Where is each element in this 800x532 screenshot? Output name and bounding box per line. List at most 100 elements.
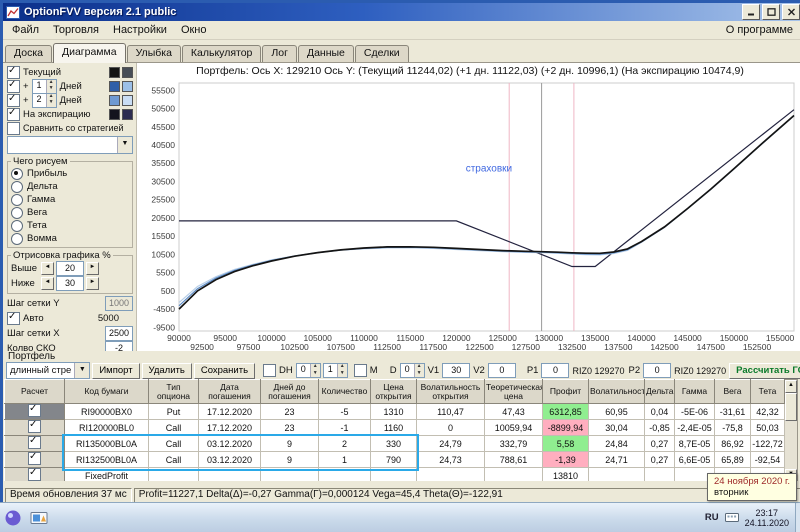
- column-header-7[interactable]: Волатильность открытия: [417, 380, 485, 404]
- column-header-4[interactable]: Дней до погашения: [261, 380, 319, 404]
- column-header-6[interactable]: Цена открытия: [371, 380, 417, 404]
- legend-days-spinner-2[interactable]: 2▲▼: [32, 93, 57, 108]
- v2-input[interactable]: 0: [488, 363, 516, 378]
- tab-4[interactable]: Калькулятор: [182, 45, 261, 62]
- column-header-2[interactable]: Тип опциона: [149, 380, 199, 404]
- calc-cell[interactable]: [5, 452, 65, 468]
- legend-checkbox-2[interactable]: [7, 94, 20, 107]
- draw-option-5[interactable]: Вомма: [11, 232, 129, 245]
- radio-icon[interactable]: [11, 194, 23, 206]
- language-indicator[interactable]: RU: [705, 512, 719, 523]
- minimize-button[interactable]: [742, 4, 760, 20]
- column-header-3[interactable]: Дата погашения: [199, 380, 261, 404]
- increase-button[interactable]: ►: [86, 262, 99, 275]
- maximize-button[interactable]: [762, 4, 780, 20]
- table-row-1[interactable]: RI120000BL0Call17.12.202023-11160010059,…: [5, 420, 785, 436]
- row-checkbox[interactable]: [28, 452, 41, 465]
- legend-days-spinner-1[interactable]: 1▲▼: [32, 79, 57, 94]
- m-checkbox[interactable]: [354, 364, 367, 377]
- column-header-5[interactable]: Количество: [319, 380, 371, 404]
- tab-3[interactable]: Улыбка: [127, 45, 181, 62]
- calc-cell[interactable]: [5, 404, 65, 420]
- menu-item-3[interactable]: Настройки: [106, 23, 174, 37]
- import-button[interactable]: Импорт: [92, 363, 139, 379]
- draw-option-1[interactable]: Дельта: [11, 180, 129, 193]
- draw-option-4[interactable]: Тета: [11, 219, 129, 232]
- strategy-combobox[interactable]: длинный стре ▼: [6, 362, 90, 379]
- table-row-2[interactable]: RI135000BL0ACall03.12.20209233024,79332,…: [5, 436, 785, 452]
- chevron-down-icon[interactable]: ▼: [74, 363, 89, 378]
- column-header-11[interactable]: Дельта: [645, 380, 675, 404]
- calc-cell[interactable]: [5, 420, 65, 436]
- keyboard-icon[interactable]: [725, 512, 739, 523]
- taskbar-clock[interactable]: 23:17 24.11.2020: [745, 508, 789, 528]
- table-row-3[interactable]: RI132500BL0ACall03.12.20209179024,73788,…: [5, 452, 785, 468]
- tab-5[interactable]: Лог: [262, 45, 297, 62]
- grid-step-y-input[interactable]: 1000: [105, 296, 133, 311]
- grid-step-x-input[interactable]: 2500: [105, 326, 133, 341]
- row-checkbox[interactable]: [28, 404, 41, 417]
- p2-input[interactable]: 0: [643, 363, 671, 378]
- menu-item-2[interactable]: Торговля: [46, 23, 106, 37]
- d-spinner[interactable]: 0▲▼: [400, 363, 425, 378]
- radio-icon[interactable]: [11, 233, 23, 245]
- column-header-9[interactable]: Профит: [543, 380, 589, 404]
- table-scrollbar[interactable]: ▲ ▼: [784, 379, 798, 481]
- legend-checkbox-0[interactable]: [7, 66, 20, 79]
- tab-1[interactable]: Доска: [5, 45, 52, 62]
- row-checkbox[interactable]: [28, 420, 41, 433]
- row-checkbox[interactable]: [28, 436, 41, 449]
- render-value-input[interactable]: 20: [56, 261, 84, 276]
- decrease-button[interactable]: ◄: [41, 277, 54, 290]
- column-header-1[interactable]: Код бумаги: [65, 380, 149, 404]
- column-header-8[interactable]: Теоретическая цена: [485, 380, 543, 404]
- render-value-input[interactable]: 30: [56, 276, 84, 291]
- auto-checkbox[interactable]: [7, 312, 20, 325]
- increase-button[interactable]: ►: [86, 277, 99, 290]
- draw-option-2[interactable]: Гамма: [11, 193, 129, 206]
- column-header-14[interactable]: Тета: [751, 380, 785, 404]
- tab-7[interactable]: Сделки: [355, 45, 409, 62]
- draw-option-3[interactable]: Вега: [11, 206, 129, 219]
- column-header-12[interactable]: Гамма: [675, 380, 715, 404]
- cko-input[interactable]: -2: [105, 341, 133, 351]
- p1-input[interactable]: 0: [541, 363, 569, 378]
- table-row-0[interactable]: RI90000BX0Put17.12.202023-51310110,4747,…: [5, 404, 785, 420]
- draw-option-0[interactable]: Прибыль: [11, 167, 129, 180]
- column-header-13[interactable]: Вега: [715, 380, 751, 404]
- menu-item-1[interactable]: Файл: [5, 23, 46, 37]
- dh-spinner-2[interactable]: 1▲▼: [323, 363, 348, 378]
- taskbar-app1-icon[interactable]: [2, 507, 24, 529]
- radio-icon[interactable]: [11, 181, 23, 193]
- column-header-10[interactable]: Волатильность: [589, 380, 645, 404]
- legend-checkbox-1[interactable]: [7, 80, 20, 93]
- v1-input[interactable]: 30: [442, 363, 470, 378]
- decrease-button[interactable]: ◄: [41, 262, 54, 275]
- save-button[interactable]: Сохранить: [194, 363, 255, 379]
- column-header-0[interactable]: Расчет: [5, 380, 65, 404]
- menu-about[interactable]: О программе: [726, 24, 800, 36]
- tab-2[interactable]: Диаграмма: [53, 43, 126, 63]
- radio-icon[interactable]: [11, 168, 23, 180]
- menu-item-4[interactable]: Окно: [174, 23, 214, 37]
- compare-checkbox[interactable]: [7, 122, 20, 135]
- tab-6[interactable]: Данные: [298, 45, 354, 62]
- chevron-down-icon[interactable]: ▼: [117, 137, 132, 153]
- scroll-up-icon[interactable]: ▲: [785, 380, 797, 393]
- radio-icon[interactable]: [11, 220, 23, 232]
- dh-spinner-1[interactable]: 0▲▼: [296, 363, 321, 378]
- scroll-thumb[interactable]: [785, 393, 797, 421]
- table-row-4[interactable]: FixedProfit13810: [5, 468, 785, 482]
- calc-go-button[interactable]: Рассчитать ГО: [729, 363, 800, 379]
- taskbar-app2-icon[interactable]: [28, 507, 50, 529]
- show-desktop-button[interactable]: [795, 503, 800, 532]
- strategy-compare-combobox[interactable]: ▼: [7, 136, 133, 154]
- row-checkbox[interactable]: [28, 468, 41, 481]
- close-button[interactable]: [782, 4, 800, 20]
- calc-cell[interactable]: [5, 436, 65, 452]
- radio-icon[interactable]: [11, 207, 23, 219]
- dh-checkbox[interactable]: [263, 364, 276, 377]
- calc-cell[interactable]: [5, 468, 65, 482]
- delete-button[interactable]: Удалить: [142, 363, 192, 379]
- legend-checkbox-3[interactable]: [7, 108, 20, 121]
